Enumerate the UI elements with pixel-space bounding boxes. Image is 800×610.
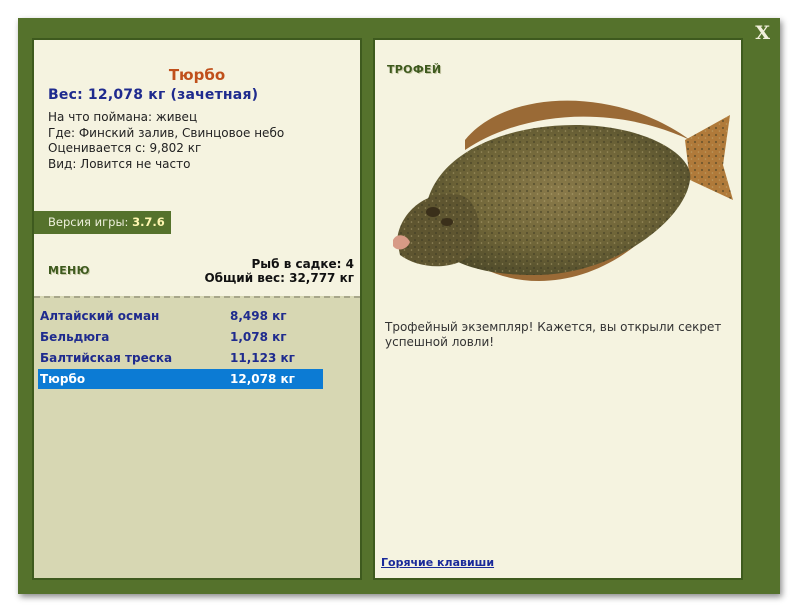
trophy-description: Трофейный экземпляр! Кажется, вы открыли… (385, 320, 722, 349)
fish-location: Где: Финский залив, Свинцовое небо (48, 125, 285, 140)
catch-list: Алтайский осман 8,498 кг Бельдюга 1,078 … (34, 296, 360, 578)
menu-button[interactable]: МЕНЮ (48, 264, 90, 277)
fish-weight: Вес: 12,078 кг (зачетная) (48, 87, 259, 103)
hotkeys-link[interactable]: Горячие клавиши (381, 556, 494, 569)
fish-count: Рыб в садке: 4 (251, 257, 355, 271)
list-item[interactable]: Балтийская треска 11,123 кг (38, 348, 323, 368)
list-item[interactable]: Бельдюга 1,078 кг (38, 327, 323, 347)
catch-weight: 11,123 кг (230, 351, 295, 365)
catch-name: Бельдюга (40, 330, 110, 344)
fish-rarity: Вид: Ловится не часто (48, 156, 191, 171)
fish-min-weight: Оценивается с: 9,802 кг (48, 141, 202, 155)
fish-title: Тюрбо (168, 66, 226, 84)
catch-stats: Рыб в садке: 4 Общий вес: 32,777 кг (204, 257, 354, 285)
version-value: 3.7.6 (132, 215, 165, 229)
list-item[interactable]: Алтайский осман 8,498 кг (38, 306, 323, 326)
fish-info-panel: Тюрбо Вес: 12,078 кг (зачетная) На что п… (32, 38, 362, 580)
catch-weight: 8,498 кг (230, 309, 287, 323)
game-version-badge: Версия игры: 3.7.6 (34, 211, 171, 234)
close-icon[interactable]: X (755, 22, 770, 44)
catch-weight: 12,078 кг (230, 372, 295, 386)
total-weight: Общий вес: 32,777 кг (204, 271, 354, 285)
game-window: X Тюрбо Вес: 12,078 кг (зачетная) На что… (18, 18, 780, 594)
turbot-fish-image (393, 100, 733, 281)
catch-name: Балтийская треска (40, 351, 173, 365)
trophy-panel: ТРОФЕЙ Трофейный экземпляр! Кажется, вы … (373, 38, 743, 580)
catch-weight: 1,078 кг (230, 330, 287, 344)
trophy-label: ТРОФЕЙ (387, 63, 442, 76)
catch-name: Алтайский осман (40, 309, 160, 323)
fish-bait: На что поймана: живец (48, 110, 198, 124)
catch-name: Тюрбо (40, 372, 86, 386)
list-item-selected[interactable]: Тюрбо 12,078 кг (38, 369, 323, 389)
fish-info: На что поймана: живец Где: Финский залив… (48, 110, 284, 172)
version-label: Версия игры: (48, 215, 129, 229)
